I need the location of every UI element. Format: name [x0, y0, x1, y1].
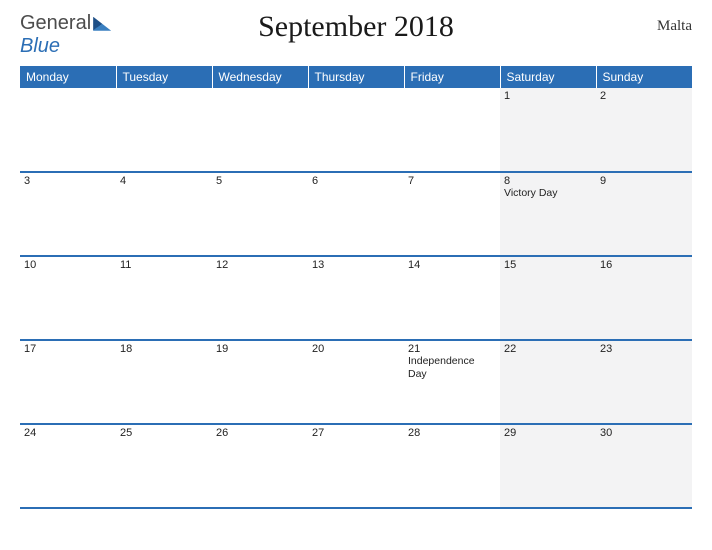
day-number: 27 [312, 427, 400, 439]
weekday-header: Thursday [308, 66, 404, 88]
day-number: 14 [408, 259, 496, 271]
day-number: 1 [504, 90, 592, 102]
calendar-week-row: 17 18 19 20 21Independence Day 22 23 [20, 340, 692, 424]
calendar-day-cell [404, 88, 500, 172]
calendar-day-cell: 30 [596, 424, 692, 508]
calendar-title: September 2018 [20, 10, 692, 44]
calendar-day-cell: 28 [404, 424, 500, 508]
weekday-header-row: MondayTuesdayWednesdayThursdayFridaySatu… [20, 66, 692, 88]
calendar-day-cell: 19 [212, 340, 308, 424]
calendar-day-cell: 13 [308, 256, 404, 340]
day-number: 6 [312, 175, 400, 187]
calendar-day-cell: 8Victory Day [500, 172, 596, 256]
calendar-day-cell: 27 [308, 424, 404, 508]
day-number: 20 [312, 343, 400, 355]
day-event: Victory Day [504, 187, 592, 200]
calendar-day-cell: 3 [20, 172, 116, 256]
calendar-day-cell: 24 [20, 424, 116, 508]
calendar-day-cell: 1 [500, 88, 596, 172]
calendar-week-row: 24 25 26 27 28 29 30 [20, 424, 692, 508]
calendar-day-cell: 17 [20, 340, 116, 424]
weekday-header: Tuesday [116, 66, 212, 88]
day-number: 26 [216, 427, 304, 439]
day-number: 13 [312, 259, 400, 271]
calendar-day-cell: 10 [20, 256, 116, 340]
calendar-day-cell: 5 [212, 172, 308, 256]
calendar-day-cell: 2 [596, 88, 692, 172]
day-number: 28 [408, 427, 496, 439]
day-number: 15 [504, 259, 592, 271]
day-number: 7 [408, 175, 496, 187]
calendar-day-cell: 25 [116, 424, 212, 508]
calendar-grid: MondayTuesdayWednesdayThursdayFridaySatu… [20, 66, 692, 509]
day-number: 3 [24, 175, 112, 187]
day-number: 19 [216, 343, 304, 355]
calendar-day-cell: 9 [596, 172, 692, 256]
weekday-header: Friday [404, 66, 500, 88]
calendar-day-cell: 7 [404, 172, 500, 256]
calendar-header: General Blue September 2018 Malta [20, 10, 692, 60]
weekday-header: Saturday [500, 66, 596, 88]
calendar-day-cell: 4 [116, 172, 212, 256]
day-number: 23 [600, 343, 688, 355]
day-number: 9 [600, 175, 688, 187]
calendar-body: 12345678Victory Day910111213141516171819… [20, 88, 692, 508]
day-number: 11 [120, 259, 208, 271]
calendar-day-cell: 20 [308, 340, 404, 424]
day-number: 18 [120, 343, 208, 355]
day-number: 12 [216, 259, 304, 271]
day-event: Independence Day [408, 355, 496, 380]
calendar-day-cell: 21Independence Day [404, 340, 500, 424]
day-number: 24 [24, 427, 112, 439]
calendar-day-cell: 16 [596, 256, 692, 340]
calendar-week-row: 345678Victory Day9 [20, 172, 692, 256]
day-number: 2 [600, 90, 688, 102]
day-number: 5 [216, 175, 304, 187]
day-number: 21 [408, 343, 496, 355]
calendar-day-cell: 29 [500, 424, 596, 508]
day-number: 16 [600, 259, 688, 271]
calendar-day-cell [212, 88, 308, 172]
day-number: 8 [504, 175, 592, 187]
calendar-day-cell: 15 [500, 256, 596, 340]
weekday-header: Sunday [596, 66, 692, 88]
calendar-day-cell [20, 88, 116, 172]
calendar-day-cell: 11 [116, 256, 212, 340]
day-number: 29 [504, 427, 592, 439]
calendar-day-cell: 18 [116, 340, 212, 424]
weekday-header: Wednesday [212, 66, 308, 88]
calendar-week-row: 12 [20, 88, 692, 172]
calendar-day-cell: 26 [212, 424, 308, 508]
day-number: 10 [24, 259, 112, 271]
calendar-week-row: 10 11 12 13 14 15 16 [20, 256, 692, 340]
calendar-day-cell: 22 [500, 340, 596, 424]
day-number: 22 [504, 343, 592, 355]
calendar-day-cell: 6 [308, 172, 404, 256]
calendar-day-cell: 23 [596, 340, 692, 424]
calendar-day-cell [308, 88, 404, 172]
day-number: 30 [600, 427, 688, 439]
calendar-day-cell [116, 88, 212, 172]
day-number: 4 [120, 175, 208, 187]
calendar-region: Malta [657, 18, 692, 35]
weekday-header: Monday [20, 66, 116, 88]
calendar-day-cell: 14 [404, 256, 500, 340]
day-number: 17 [24, 343, 112, 355]
calendar-day-cell: 12 [212, 256, 308, 340]
day-number: 25 [120, 427, 208, 439]
